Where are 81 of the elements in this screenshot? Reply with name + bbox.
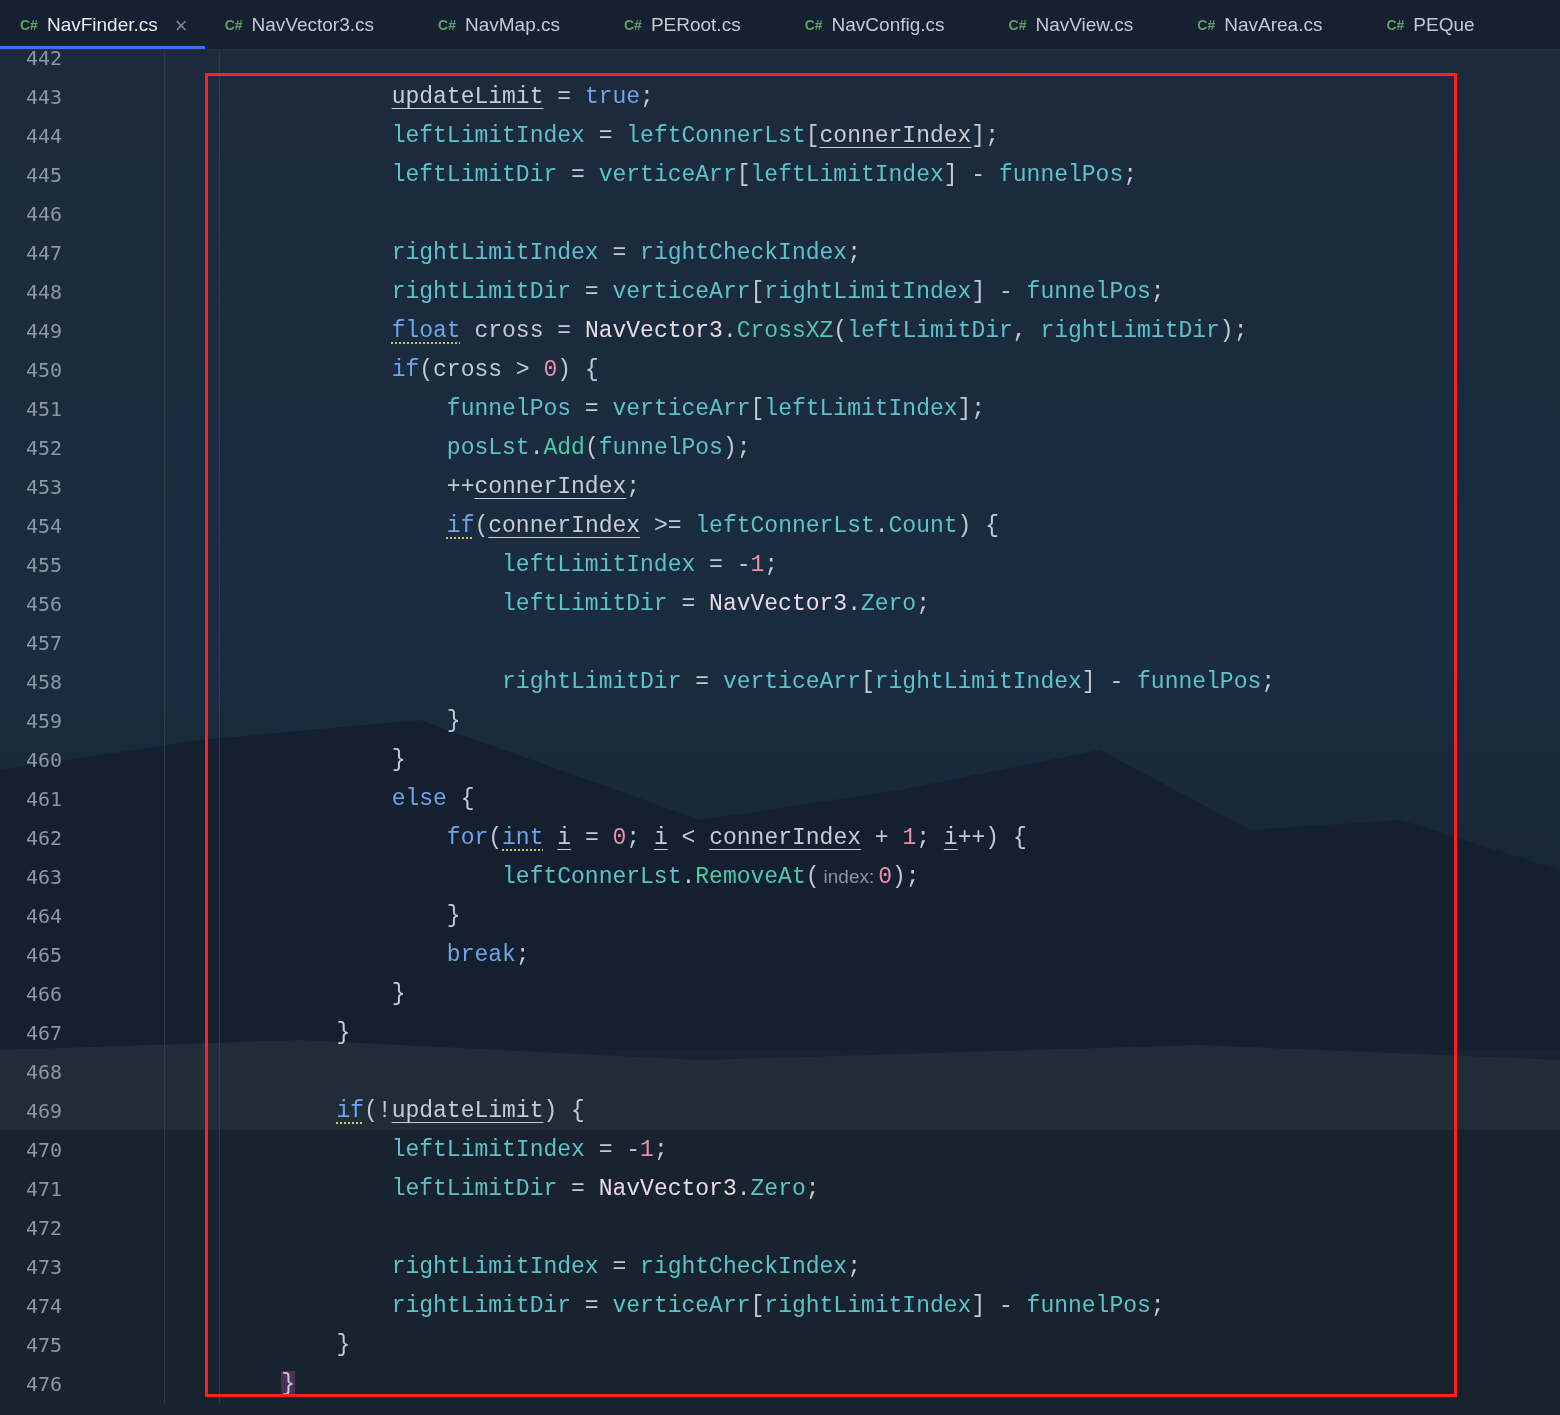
line-number: 474	[0, 1286, 165, 1326]
line-number: 460	[0, 740, 165, 780]
line-number: 454	[0, 506, 165, 546]
code-line: }	[335, 1018, 351, 1048]
line-number: 455	[0, 545, 165, 585]
line-number: 472	[0, 1208, 165, 1248]
file-tab[interactable]: C# NavView.cs	[988, 0, 1178, 49]
code-line: }	[390, 979, 406, 1009]
file-tab[interactable]: C# NavConfig.cs	[784, 0, 989, 49]
line-number: 453	[0, 467, 165, 507]
code-line: funnelPos = verticeArr[leftLimitIndex];	[445, 394, 986, 424]
code-line: leftLimitDir = verticeArr[leftLimitIndex] - funnelPos;	[390, 160, 1138, 190]
code-line: if(connerIndex >= leftConnerLst.Count) {	[445, 511, 999, 541]
line-number: 469	[0, 1091, 165, 1131]
csharp-file-icon: C#	[624, 14, 642, 36]
file-tab[interactable]: C# PERoot.cs	[604, 0, 785, 49]
line-number: 442	[0, 50, 165, 78]
code-line: rightLimitIndex = rightCheckIndex;	[390, 1252, 861, 1282]
code-line: leftLimitIndex = -1;	[501, 550, 779, 580]
line-number: 468	[0, 1052, 165, 1092]
line-number: 456	[0, 584, 165, 624]
line-number: 448	[0, 272, 165, 312]
code-line: }	[390, 745, 406, 775]
line-number: 465	[0, 935, 165, 975]
file-tab[interactable]: C# NavMap.cs	[418, 0, 604, 49]
csharp-file-icon: C#	[20, 14, 38, 36]
line-number: 458	[0, 662, 165, 702]
line-number: 457	[0, 623, 165, 663]
code-line: }	[445, 706, 461, 736]
line-number: 471	[0, 1169, 165, 1209]
file-tab[interactable]: C# NavVector3.cs	[204, 0, 419, 49]
code-line: posLst.Add(funnelPos);	[445, 433, 751, 463]
code-line: leftLimitDir = NavVector3.Zero;	[390, 1174, 820, 1204]
line-number: 464	[0, 896, 165, 936]
code-line: for(int i = 0; i < connerIndex + 1; i++) {	[445, 823, 1027, 853]
line-number: 450	[0, 350, 165, 390]
line-number: 467	[0, 1013, 165, 1053]
line-number: 452	[0, 428, 165, 468]
code-line: if(!updateLimit) {	[335, 1096, 585, 1126]
line-number: 473	[0, 1247, 165, 1287]
code-line: break;	[445, 940, 530, 970]
code-line: leftConnerLst.RemoveAt( index: 0);	[501, 863, 920, 892]
line-number: 451	[0, 389, 165, 429]
close-icon[interactable]: ×	[174, 8, 188, 42]
code-line: float cross = NavVector3.CrossXZ(leftLimitDir, rightLimitDir);	[390, 316, 1248, 346]
code-line: ++connerIndex;	[445, 472, 641, 502]
line-number: 445	[0, 155, 165, 195]
line-number: 462	[0, 818, 165, 858]
line-number: 470	[0, 1130, 165, 1170]
code-line: else {	[390, 784, 475, 814]
code-line: leftLimitIndex = leftConnerLst[connerIndex];	[390, 121, 999, 151]
line-number: 446	[0, 194, 165, 234]
csharp-file-icon: C#	[1197, 14, 1216, 36]
code-line: rightLimitDir = verticeArr[rightLimitIndex] - funnelPos;	[501, 667, 1276, 697]
line-number: 447	[0, 233, 165, 273]
code-line: leftLimitDir = NavVector3.Zero;	[501, 589, 930, 619]
file-tab[interactable]: C# NavArea.cs	[1177, 0, 1367, 49]
line-number: 444	[0, 116, 165, 156]
csharp-file-icon: C#	[1386, 14, 1405, 36]
line-number: 443	[0, 77, 165, 117]
code-line: updateLimit = true;	[390, 82, 654, 112]
code-line: rightLimitIndex = rightCheckIndex;	[390, 238, 861, 268]
file-tab[interactable]: C# NavFinder.cs ×	[0, 0, 205, 49]
line-number: 459	[0, 701, 165, 741]
code-line: leftLimitIndex = -1;	[390, 1135, 668, 1165]
file-tab[interactable]: C# PEQue	[1366, 0, 1475, 49]
code-line: }	[335, 1330, 351, 1360]
csharp-file-icon: C#	[804, 14, 823, 36]
code-line: rightLimitDir = verticeArr[rightLimitIndex] - funnelPos;	[390, 1291, 1165, 1321]
line-number: 463	[0, 857, 165, 897]
csharp-file-icon: C#	[1008, 14, 1027, 36]
line-number: 476	[0, 1364, 165, 1404]
csharp-file-icon: C#	[438, 14, 456, 36]
code-line: rightLimitDir = verticeArr[rightLimitIndex] - funnelPos;	[390, 277, 1165, 307]
line-number: 466	[0, 974, 165, 1014]
line-number: 475	[0, 1325, 165, 1365]
code-line: }	[445, 901, 461, 931]
line-number: 461	[0, 779, 165, 819]
line-number: 449	[0, 311, 165, 351]
csharp-file-icon: C#	[224, 14, 243, 36]
code-line: if(cross > 0) {	[390, 355, 599, 385]
